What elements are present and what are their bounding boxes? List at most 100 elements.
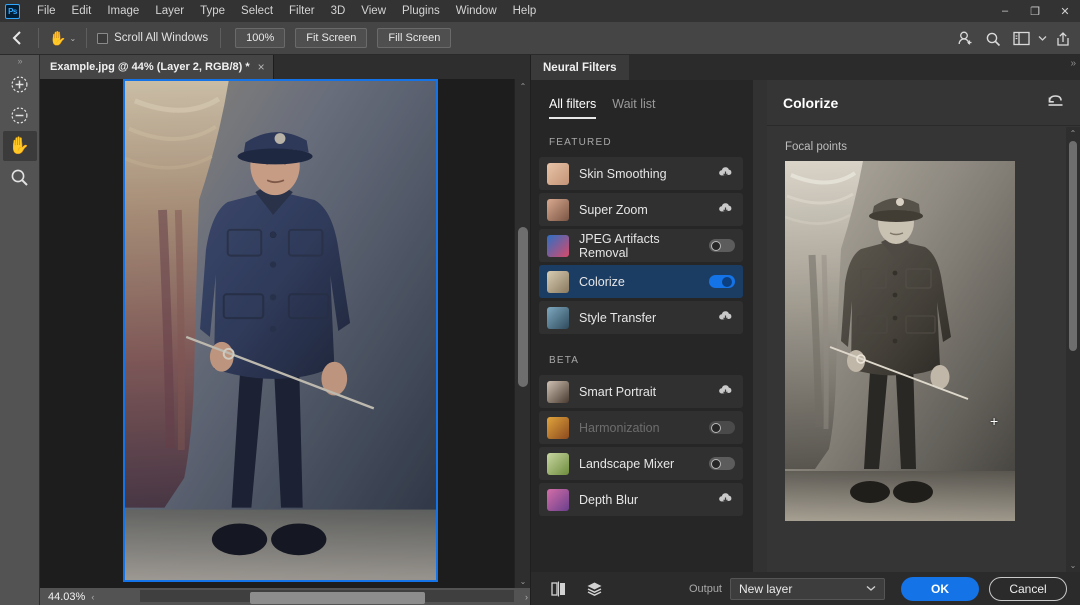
filter-row-style-transfer[interactable]: Style Transfer [539,301,743,334]
document-tab[interactable]: Example.jpg @ 44% (Layer 2, RGB/8) * × [40,55,274,79]
menu-help[interactable]: Help [505,0,545,22]
filter-thumbnail [547,306,569,329]
panel-grip[interactable]: » [1070,58,1075,69]
hand-tool[interactable]: ✋ [2,131,37,161]
filter-thumbnail [547,452,569,475]
download-cloud-icon[interactable] [718,310,733,325]
menu-type[interactable]: Type [192,0,233,22]
ok-button[interactable]: OK [901,576,979,601]
neural-filters-panel: Neural Filters » All filters Wait list F… [530,55,1080,605]
split-preview-icon[interactable] [545,577,571,601]
filter-row-landscape-mixer[interactable]: Landscape Mixer [539,447,743,480]
filter-name: Skin Smoothing [579,166,667,181]
cancel-button[interactable]: Cancel [989,576,1067,601]
toolbar-grip[interactable]: » [0,55,39,68]
fit-screen-button[interactable]: Fit Screen [295,28,368,48]
menu-file[interactable]: File [29,0,64,22]
menu-image[interactable]: Image [99,0,147,22]
status-expand-icon[interactable]: ‹ [85,592,100,602]
filter-row-depth-blur[interactable]: Depth Blur [539,483,743,516]
filter-row-jpeg-artifacts-removal[interactable]: JPEG Artifacts Removal [539,229,743,262]
menu-edit[interactable]: Edit [64,0,100,22]
divider [38,28,39,48]
download-cloud-icon[interactable] [718,492,733,507]
canvas-image-colorized[interactable] [123,79,438,582]
zoom-in-tool[interactable] [3,69,37,99]
focal-point-marker-icon[interactable]: + [990,414,998,428]
scroll-up-arrow-icon[interactable]: ⌃ [1066,127,1080,140]
layers-icon[interactable] [581,577,607,601]
download-cloud-icon[interactable] [718,202,733,217]
toggle-knob [711,458,721,469]
chevron-down-icon[interactable] [1036,26,1048,52]
filter-row-smart-portrait[interactable]: Smart Portrait [539,375,743,408]
focal-points-preview[interactable]: + [785,161,1015,521]
scrollbar-thumb[interactable] [518,227,528,387]
menu-plugins[interactable]: Plugins [394,0,448,22]
undo-reset-icon[interactable] [1047,94,1064,112]
scrollbar-thumb[interactable] [250,592,425,604]
status-bar: 44.03% ‹ › [40,588,530,605]
filter-toggle[interactable] [709,457,735,470]
scroll-up-arrow-icon[interactable]: ⌃ [515,79,531,93]
menu-3d[interactable]: 3D [323,0,354,22]
filter-thumbnail [547,488,569,511]
zoom-100-button[interactable]: 100% [235,28,286,48]
subtab-wait-list[interactable]: Wait list [612,97,655,119]
filter-row-skin-smoothing[interactable]: Skin Smoothing [539,157,743,190]
filter-thumbnail [547,416,569,439]
active-tool-hand[interactable]: ✋ ⌄ [43,26,82,50]
detail-pane-scrollbar[interactable]: ⌃ ⌄ [1066,127,1080,572]
magnifier-tool[interactable] [3,162,37,192]
filter-name: Smart Portrait [579,384,657,399]
back-chevron-icon[interactable] [0,22,34,55]
close-button[interactable]: ✕ [1050,0,1080,22]
filter-toggle[interactable] [709,421,735,434]
filter-detail-pane: Colorize Focal points + ⌃ ⌄ [767,80,1080,572]
filter-toggle[interactable] [709,275,735,288]
close-icon[interactable]: × [258,61,265,73]
download-cloud-icon[interactable] [718,166,733,181]
menu-select[interactable]: Select [233,0,281,22]
filter-thumbnail [547,270,569,293]
scroll-down-arrow-icon[interactable]: ⌄ [515,574,531,588]
zoom-level-value[interactable]: 44.03% [40,591,85,603]
restore-button[interactable]: ❐ [1020,0,1050,22]
fill-screen-button[interactable]: Fill Screen [377,28,452,48]
menu-bar: Ps File Edit Image Layer Type Select Filter 3D V… [0,0,1080,22]
filter-row-colorize[interactable]: Colorize [539,265,743,298]
checkbox-box[interactable] [97,32,109,44]
subtab-all-filters[interactable]: All filters [549,97,597,119]
canvas-vertical-scrollbar[interactable]: ⌃ ⌄ [514,79,530,588]
tab-neural-filters[interactable]: Neural Filters [531,55,629,80]
options-bar-right-icons [952,22,1076,55]
chevron-down-icon[interactable]: ⌄ [69,34,76,43]
scrollbar-thumb[interactable] [1069,141,1077,351]
output-select[interactable]: New layer [730,577,885,600]
filter-toggle[interactable] [709,239,735,252]
menu-window[interactable]: Window [448,0,505,22]
export-icon[interactable] [1050,26,1076,52]
zoom-out-tool[interactable] [3,100,37,130]
share-user-icon[interactable] [952,26,978,52]
output-selected-value: New layer [739,581,793,596]
filter-row-harmonization[interactable]: Harmonization [539,411,743,444]
chevron-down-icon[interactable] [866,584,876,594]
scroll-down-arrow-icon[interactable]: ⌄ [1066,559,1080,572]
scroll-right-arrow-icon[interactable]: › [525,592,528,602]
scroll-all-windows-checkbox[interactable]: Scroll All Windows [91,32,208,44]
menu-layer[interactable]: Layer [147,0,192,22]
search-icon[interactable] [980,26,1006,52]
filter-name: Harmonization [579,420,660,435]
canvas-horizontal-scrollbar[interactable] [140,590,514,604]
menu-filter[interactable]: Filter [281,0,323,22]
tools-panel: » ✋ [0,55,40,605]
download-cloud-icon[interactable] [718,384,733,399]
filter-thumbnail [547,234,569,257]
minimize-button[interactable]: – [990,0,1020,22]
menu-view[interactable]: View [353,0,394,22]
filter-detail-title: Colorize [783,94,839,111]
filter-row-super-zoom[interactable]: Super Zoom [539,193,743,226]
canvas-viewport[interactable] [40,79,514,588]
workspace-icon[interactable] [1008,26,1034,52]
